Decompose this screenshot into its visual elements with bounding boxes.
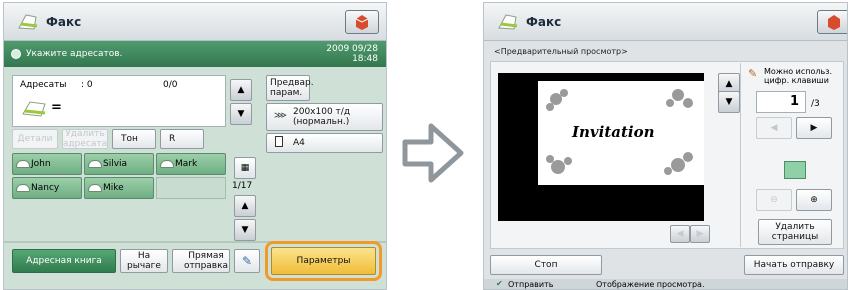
start-send-button[interactable]: Начать отправку <box>744 255 844 275</box>
keypad-hint: Можно использ. цифр. клавиши <box>764 67 833 85</box>
params-button[interactable]: Параметры <box>271 247 376 275</box>
page-total: /3 <box>811 99 820 109</box>
one-touch-silvia[interactable]: Silvia <box>84 153 154 175</box>
fax-recipients-screen: Факс Укажите адресатов. 2009 09/28 18:48… <box>3 2 387 290</box>
edit-pen-button[interactable]: ✎ <box>234 249 260 273</box>
contact-name: Mark <box>175 159 198 169</box>
title-bar: Факс <box>484 3 847 41</box>
recipients-box: Адресаты : 0 0/0 = <box>12 75 226 127</box>
contact-name: Nancy <box>31 183 60 193</box>
device-icon <box>828 15 840 30</box>
contact-icon <box>160 160 174 168</box>
fax-preview-screen: Факс <Предварительный просмотр> Invitati… <box>483 2 848 290</box>
recipients-label: Адресаты <box>20 80 67 90</box>
preview-label: <Предварительный просмотр> <box>494 47 628 56</box>
status-preview: Отображение просмотра. <box>596 280 705 289</box>
divider <box>740 63 741 247</box>
screen-title: Факс <box>526 15 562 29</box>
recipients-scroll-up[interactable]: ▲ <box>230 79 252 101</box>
screen-title: Факс <box>46 15 82 29</box>
thumbnail-icon[interactable] <box>784 161 806 179</box>
preview-scroll-down[interactable]: ▼ <box>718 91 740 113</box>
delete-pages-button[interactable]: Удалить страницы <box>758 219 832 245</box>
instruction-text: Укажите адресатов. <box>26 49 123 59</box>
one-touch-mike[interactable]: Mike <box>84 177 154 199</box>
send-icon: ✔ <box>496 279 503 288</box>
one-touch-grid-icon[interactable]: ▦ <box>234 157 256 179</box>
next-page-button[interactable]: ▶ <box>796 117 832 139</box>
date-text: 2009 09/28 <box>326 44 378 54</box>
screenshot-stage: Факс Укажите адресатов. 2009 09/28 18:48… <box>0 0 848 290</box>
one-touch-mark[interactable]: Mark <box>156 153 226 175</box>
empty-one-touch-slot <box>156 177 226 199</box>
device-status-button[interactable] <box>345 10 379 34</box>
invitation-text: Invitation <box>572 123 655 141</box>
device-status-button[interactable] <box>817 10 847 34</box>
preset-settings-button[interactable]: Предвар. парам. <box>266 75 314 101</box>
fax-recipient-icon <box>22 101 46 117</box>
delete-recipient-button[interactable]: Удалить адресата <box>62 129 108 149</box>
page-number-field[interactable]: 1 <box>756 91 806 113</box>
preview-scroll-right[interactable]: ▶ <box>690 225 710 243</box>
status-bar: ✔ Отправить Отображение просмотра. <box>484 279 847 289</box>
prev-page-button[interactable]: ◀ <box>756 117 792 139</box>
time-text: 18:48 <box>352 54 378 64</box>
fax-icon <box>18 14 38 30</box>
recipients-scroll-down[interactable]: ▼ <box>230 103 252 125</box>
status-send: Отправить <box>508 280 554 289</box>
on-hook-button[interactable]: На рычаге <box>120 249 168 273</box>
stop-button[interactable]: Стоп <box>490 255 602 275</box>
contact-icon <box>16 184 30 192</box>
recipients-count: : 0 <box>81 80 93 90</box>
contact-icon <box>88 160 102 168</box>
paper-size-button[interactable]: A4 <box>266 133 383 153</box>
contact-name: Mike <box>103 183 124 193</box>
pen-icon: ✎ <box>241 254 253 268</box>
fax-icon <box>498 14 518 30</box>
device-icon <box>355 15 369 30</box>
paper-icon <box>275 136 283 147</box>
contact-icon <box>88 184 102 192</box>
one-touch-nancy[interactable]: Nancy <box>12 177 82 199</box>
info-icon <box>11 49 21 59</box>
equals-sign: = <box>51 100 62 115</box>
contact-name: John <box>31 159 51 169</box>
zoom-in-button[interactable]: ⊕ <box>796 189 832 211</box>
direct-send-button[interactable]: Прямая отправка <box>172 249 230 273</box>
instruction-bar: Укажите адресатов. 2009 09/28 18:48 <box>4 41 386 67</box>
contact-name: Silvia <box>103 159 128 169</box>
title-bar: Факс <box>4 3 386 41</box>
address-book-button[interactable]: Адресная книга <box>12 249 116 273</box>
recipients-ratio: 0/0 <box>163 80 178 90</box>
details-button[interactable]: Детали <box>12 129 58 149</box>
page-indicator: 1/17 <box>232 181 253 191</box>
contact-icon <box>16 160 30 168</box>
resolution-icon: ⋙ <box>274 111 287 121</box>
one-touch-scroll-down[interactable]: ▼ <box>234 219 256 241</box>
one-touch-scroll-up[interactable]: ▲ <box>234 195 256 217</box>
preview-page: Invitation <box>498 73 704 221</box>
preview-scroll-left[interactable]: ◀ <box>670 225 690 243</box>
zoom-out-button[interactable]: ⊖ <box>756 189 792 211</box>
r-button[interactable]: R <box>160 129 204 149</box>
keypad-icon: ✎ <box>748 67 758 80</box>
tone-button[interactable]: Тон <box>112 129 156 149</box>
transition-arrow-icon <box>402 123 464 183</box>
one-touch-john[interactable]: John <box>12 153 82 175</box>
invitation-card: Invitation <box>538 81 704 185</box>
